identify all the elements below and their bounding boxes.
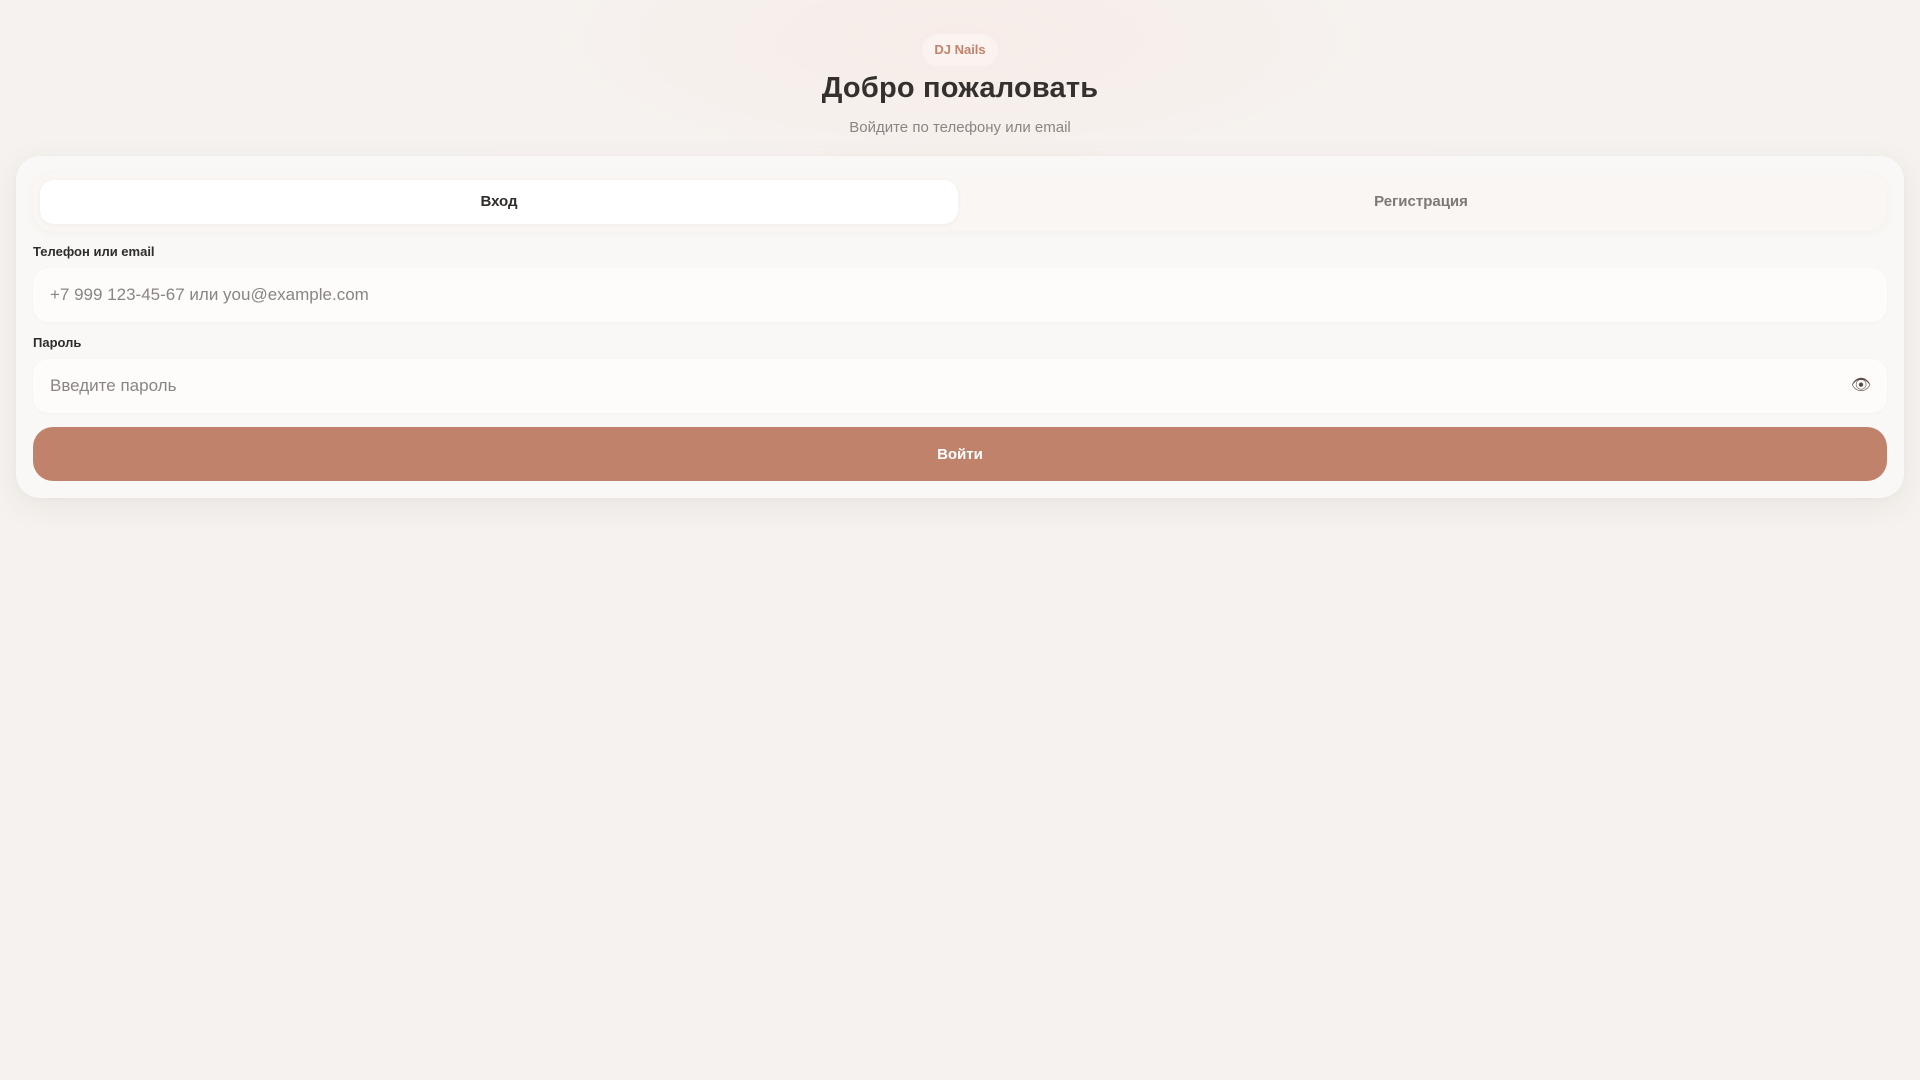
eye-icon[interactable]: 👁	[1849, 374, 1873, 398]
brand-badge: DJ Nails	[922, 34, 998, 66]
login-input[interactable]	[33, 268, 1887, 322]
tab-register[interactable]: Регистрация	[962, 180, 1880, 224]
tab-login[interactable]: Вход	[40, 180, 958, 224]
login-field-label: Телефон или email	[33, 244, 155, 259]
login-submit-button[interactable]: Войти	[33, 427, 1887, 481]
password-input[interactable]	[33, 359, 1887, 413]
auth-tabs: Вход Регистрация	[33, 173, 1887, 231]
auth-card: Вход Регистрация Телефон или email Парол…	[16, 156, 1904, 498]
page-title: Добро пожаловать	[821, 72, 1099, 104]
page-subtitle: Войдите по телефону или email	[849, 119, 1071, 136]
password-field-label: Пароль	[33, 335, 82, 350]
